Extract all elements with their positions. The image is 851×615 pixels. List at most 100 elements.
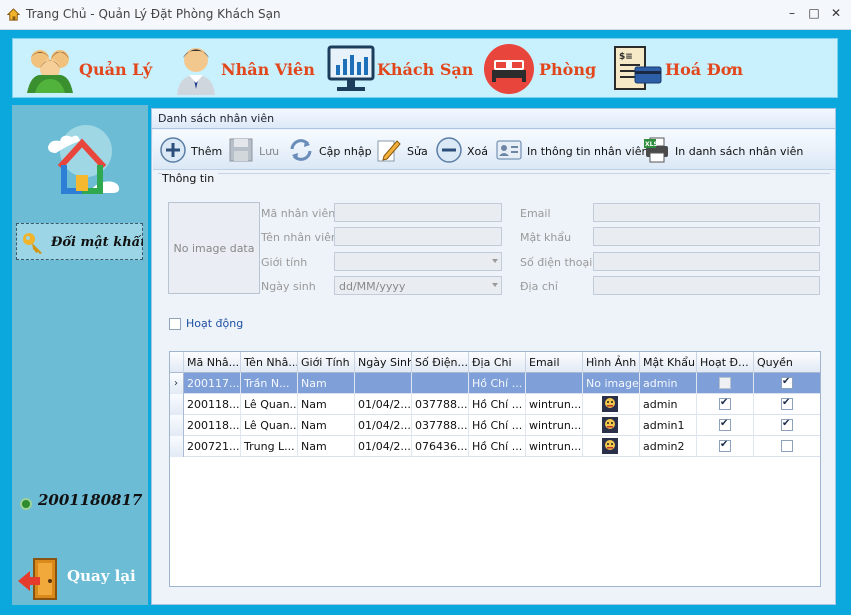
col-header[interactable]: Hình Ảnh xyxy=(583,352,640,373)
employee-panel: Danh sách nhân viên Thêm Lưu Cập nhập Sử… xyxy=(151,108,836,605)
cell-address[interactable]: Hồ Chí ... xyxy=(469,373,526,394)
menu-nhan-vien[interactable]: Nhân Viên xyxy=(169,43,319,95)
cell-image[interactable] xyxy=(583,436,640,457)
cell-gender[interactable]: Nam xyxy=(298,436,355,457)
table-row[interactable]: 200118... Lê Quan... Nam 01/04/2... 037788..… xyxy=(170,415,820,436)
row-header[interactable] xyxy=(170,415,184,436)
cell-address[interactable]: Hồ Chí ... xyxy=(469,436,526,457)
cell-name[interactable]: Trần N... xyxy=(241,373,298,394)
cell-birth[interactable] xyxy=(355,373,412,394)
menu-label: Quản Lý xyxy=(79,60,153,79)
phone-field[interactable] xyxy=(593,252,820,271)
cell-id[interactable]: 200117... xyxy=(184,373,241,394)
cell-gender[interactable]: Nam xyxy=(298,373,355,394)
role-checkbox[interactable] xyxy=(781,376,793,389)
cell-phone[interactable]: 037788... xyxy=(412,394,469,415)
col-header[interactable]: Địa Chi xyxy=(469,352,526,373)
cell-image[interactable]: No image... xyxy=(583,373,640,394)
title-bar: Trang Chủ - Quản Lý Đặt Phòng Khách Sạn … xyxy=(0,0,851,30)
active-checkbox[interactable] xyxy=(169,318,181,330)
active-checkbox[interactable] xyxy=(719,397,731,410)
cell-image[interactable] xyxy=(583,415,640,436)
cell-phone[interactable]: 076436... xyxy=(412,436,469,457)
minimize-button[interactable]: – xyxy=(784,5,800,21)
col-header[interactable]: Mật Khẩu xyxy=(640,352,697,373)
cell-address[interactable]: Hồ Chí ... xyxy=(469,415,526,436)
cell-password[interactable]: admin xyxy=(640,394,697,415)
col-header[interactable]: Email xyxy=(526,352,583,373)
table-row[interactable]: › 200117... Trần N... Nam Hồ Chí ... No image… xyxy=(170,373,820,394)
cell-birth[interactable]: 01/04/2... xyxy=(355,394,412,415)
back-button[interactable]: Quay lại xyxy=(12,553,148,603)
cell-birth[interactable]: 01/04/2... xyxy=(355,436,412,457)
print-excel-icon: XLS xyxy=(644,137,668,163)
birth-date-field[interactable]: dd/MM/yyyy xyxy=(334,276,502,295)
row-header[interactable] xyxy=(170,394,184,415)
cell-phone[interactable] xyxy=(412,373,469,394)
row-header[interactable] xyxy=(170,436,184,457)
active-checkbox[interactable] xyxy=(719,418,731,431)
password-label: Mật khẩu xyxy=(520,231,572,244)
gender-select[interactable] xyxy=(334,252,502,271)
role-checkbox[interactable] xyxy=(781,397,793,410)
cell-id[interactable]: 200118... xyxy=(184,415,241,436)
role-checkbox[interactable] xyxy=(781,440,793,452)
address-field[interactable] xyxy=(593,276,820,295)
cell-email[interactable]: wintrun... xyxy=(526,394,583,415)
col-header[interactable]: Hoạt Đ... xyxy=(697,352,754,373)
row-header[interactable]: › xyxy=(170,373,184,394)
cell-address[interactable]: Hồ Chí ... xyxy=(469,394,526,415)
cell-active xyxy=(697,373,754,394)
id-field[interactable] xyxy=(334,203,502,222)
cell-email[interactable] xyxy=(526,373,583,394)
row-header-corner xyxy=(170,352,184,373)
active-checkbox[interactable] xyxy=(719,439,731,452)
col-header[interactable]: Mã Nhâ... xyxy=(184,352,241,373)
users-group-icon xyxy=(27,50,73,93)
cell-name[interactable]: Trung L... xyxy=(241,436,298,457)
menu-hoa-don[interactable]: $≡ Hoá Đơn xyxy=(611,43,751,95)
chevron-down-icon xyxy=(492,283,498,287)
name-field[interactable] xyxy=(334,227,502,246)
refresh-icon xyxy=(290,139,312,161)
col-header[interactable]: Ngày Sinh xyxy=(355,352,412,373)
back-label: Quay lại xyxy=(67,567,136,585)
col-header[interactable]: Số Điện... xyxy=(412,352,469,373)
active-checkbox[interactable] xyxy=(719,377,731,389)
cell-gender[interactable]: Nam xyxy=(298,394,355,415)
cell-email[interactable]: wintrun... xyxy=(526,415,583,436)
cell-password[interactable]: admin2 xyxy=(640,436,697,457)
col-header[interactable]: Giới Tính xyxy=(298,352,355,373)
table-row[interactable]: 200118... Lê Quan... Nam 01/04/2... 037788..… xyxy=(170,394,820,415)
cell-password[interactable]: admin xyxy=(640,373,697,394)
email-field[interactable] xyxy=(593,203,820,222)
menu-quan-ly[interactable]: Quản Lý xyxy=(23,43,163,95)
exit-door-icon xyxy=(18,558,57,600)
close-button[interactable]: ✕ xyxy=(828,5,844,21)
dashboard-chart-icon xyxy=(327,45,375,91)
cell-id[interactable]: 200721... xyxy=(184,436,241,457)
role-checkbox[interactable] xyxy=(781,418,793,431)
change-password-button[interactable]: Đổi mật khẩu xyxy=(16,223,143,260)
cell-name[interactable]: Lê Quan... xyxy=(241,415,298,436)
cell-email[interactable]: wintrun... xyxy=(526,436,583,457)
password-field[interactable] xyxy=(593,227,820,246)
cell-name[interactable]: Lê Quan... xyxy=(241,394,298,415)
employee-photo[interactable]: No image data xyxy=(168,202,260,294)
cell-birth[interactable]: 01/04/2... xyxy=(355,415,412,436)
col-header[interactable]: Quyền xyxy=(754,352,820,373)
cell-image[interactable] xyxy=(583,394,640,415)
home-icon xyxy=(6,8,21,21)
maximize-button[interactable]: □ xyxy=(806,5,822,21)
toolbar: Thêm Lưu Cập nhập Sửa Xoá In thông tin n… xyxy=(153,130,835,170)
cell-id[interactable]: 200118... xyxy=(184,394,241,415)
table-row[interactable]: 200721... Trung L... Nam 01/04/2... 076436..… xyxy=(170,436,820,457)
cell-gender[interactable]: Nam xyxy=(298,415,355,436)
cell-password[interactable]: admin1 xyxy=(640,415,697,436)
cell-phone[interactable]: 037788... xyxy=(412,415,469,436)
menu-phong[interactable]: Phòng xyxy=(483,43,603,95)
col-header[interactable]: Tên Nhâ... xyxy=(241,352,298,373)
address-label: Địa chỉ xyxy=(520,280,558,293)
menu-khach-san[interactable]: Khách Sạn xyxy=(325,43,485,95)
invoice-icon: $≡ xyxy=(614,46,662,90)
